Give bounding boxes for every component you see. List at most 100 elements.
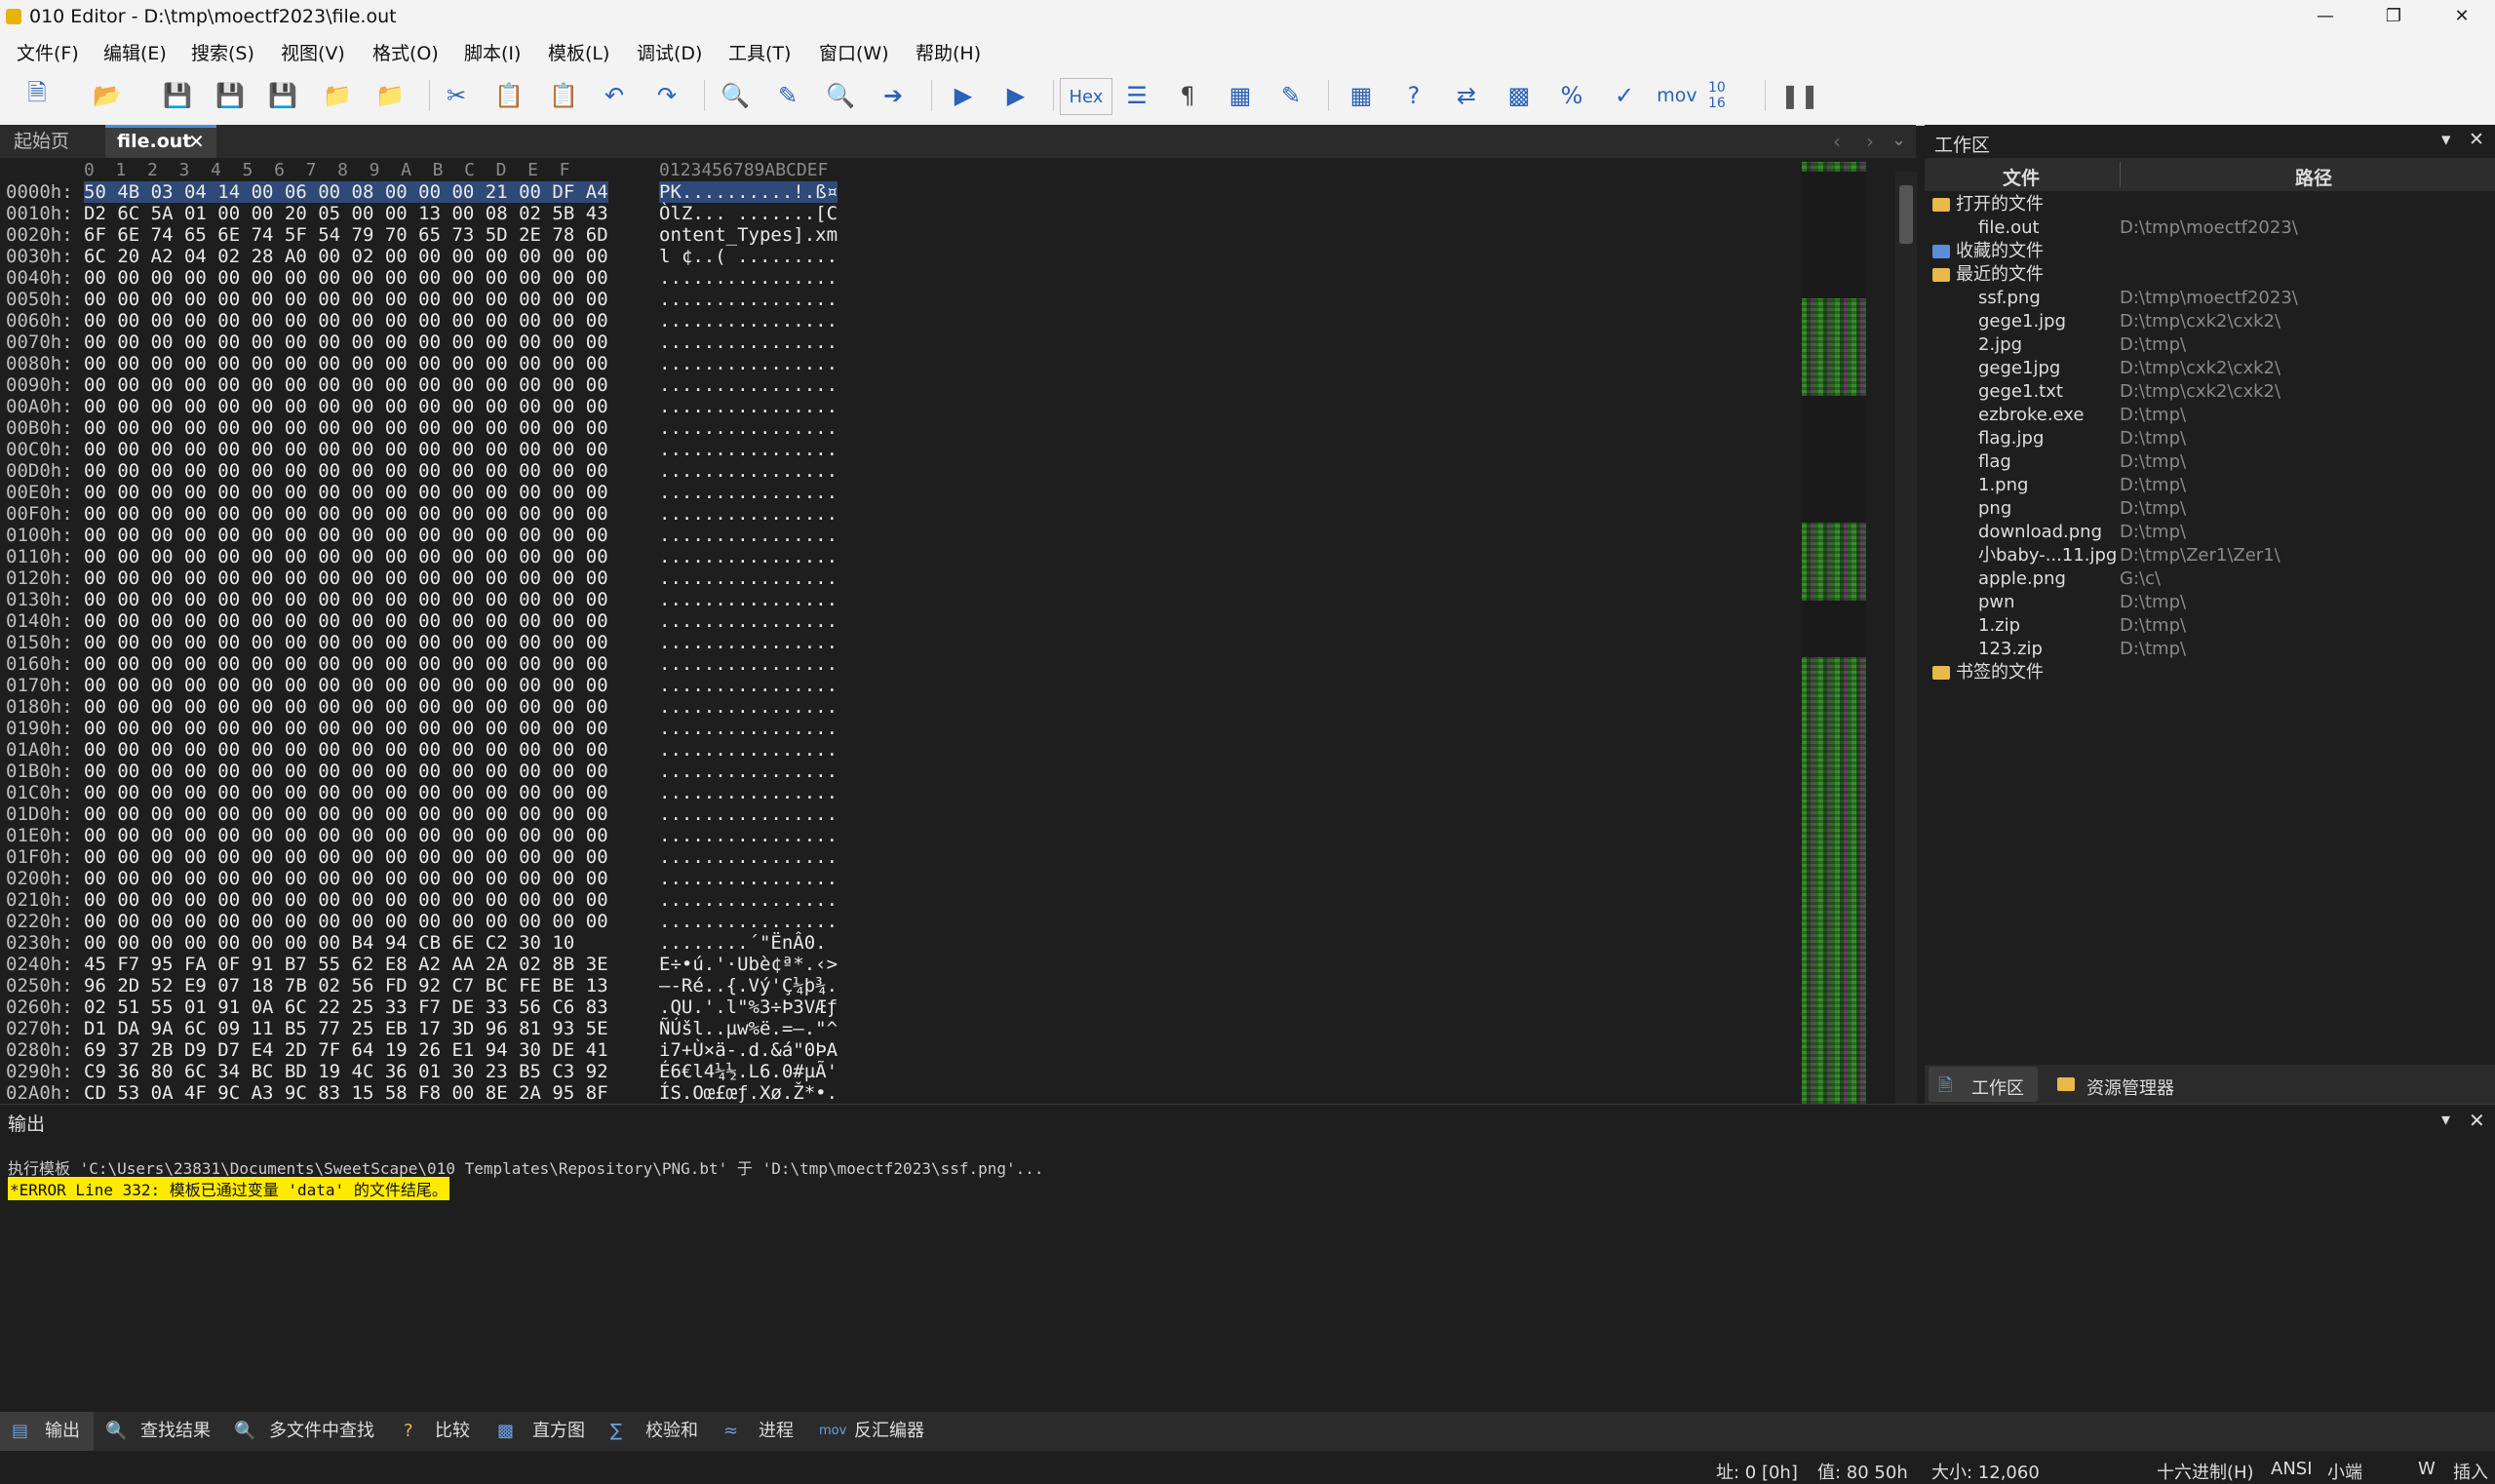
open-file-icon[interactable]: 📂	[90, 78, 125, 113]
output-menu-icon[interactable]: ▾	[2441, 1110, 2450, 1130]
hex-bytes[interactable]: 00 00 00 00 00 00 00 00 00 00 00 00 00 0…	[84, 911, 608, 932]
panel-menu-icon[interactable]: ▾	[2441, 129, 2451, 150]
save-as-icon[interactable]: 💾	[213, 78, 248, 113]
hex-editor[interactable]: 0 1 2 3 4 5 6 7 8 9 A B C D E F 01234567…	[0, 158, 1906, 1104]
ascii-text[interactable]: ........´"ËnÂ0.	[659, 932, 827, 954]
tab-compare[interactable]: ? 比较	[400, 1412, 478, 1451]
status-endian[interactable]: 小端	[2327, 1459, 2362, 1484]
inspector-icon[interactable]: ?	[1396, 78, 1431, 113]
ascii-text[interactable]: ................	[659, 761, 838, 782]
new-file-icon[interactable]: 🗎	[19, 78, 55, 113]
ascii-text[interactable]: ................	[659, 567, 838, 589]
ascii-text[interactable]: ................	[659, 503, 838, 525]
file-minimap[interactable]	[1802, 162, 1866, 1104]
status-writable[interactable]: W	[2418, 1459, 2436, 1479]
goto-icon[interactable]: ➔	[876, 78, 911, 113]
menu-script[interactable]: 脚本(I)	[464, 39, 521, 65]
hex-bytes[interactable]: 6C 20 A2 04 02 28 A0 00 02 00 00 00 00 0…	[84, 246, 608, 267]
ascii-text[interactable]: ................	[659, 460, 838, 482]
tab-find-results[interactable]: 🔍 查找结果	[105, 1412, 222, 1451]
workspace-file-item[interactable]: png D:\tmp\	[1925, 497, 2495, 521]
hex-bytes[interactable]: 00 00 00 00 00 00 00 00 00 00 00 00 00 0…	[84, 396, 608, 417]
status-encoding[interactable]: ANSI	[2271, 1459, 2313, 1479]
hex-bytes[interactable]: 02 51 55 01 91 0A 6C 22 25 33 F7 DE 33 5…	[84, 996, 608, 1018]
tab-output[interactable]: ▤ 输出	[0, 1412, 94, 1451]
ascii-text[interactable]: i7+Ù×ä-.d.&á"0ÞA	[659, 1039, 838, 1061]
menu-file[interactable]: 文件(F)	[17, 39, 79, 65]
ascii-text[interactable]: ................	[659, 782, 838, 803]
hex-bytes[interactable]: 00 00 00 00 00 00 00 00 00 00 00 00 00 0…	[84, 567, 608, 589]
menu-tools[interactable]: 工具(T)	[728, 39, 791, 65]
hex-bytes[interactable]: 00 00 00 00 00 00 00 00 00 00 00 00 00 0…	[84, 653, 608, 675]
ascii-text[interactable]: ................	[659, 525, 838, 546]
copy-icon[interactable]: 📋	[491, 78, 526, 113]
menu-window[interactable]: 窗口(W)	[819, 39, 889, 65]
workspace-file-item[interactable]: download.png D:\tmp\	[1925, 521, 2495, 544]
hex-bytes[interactable]: 00 00 00 00 00 00 00 00 00 00 00 00 00 0…	[84, 675, 608, 696]
pause-icon[interactable]: ❚❚	[1780, 78, 1819, 113]
percent-icon[interactable]: %	[1554, 78, 1589, 113]
hex-mode-button[interactable]: Hex	[1060, 78, 1112, 115]
vertical-scrollbar[interactable]	[1895, 172, 1917, 1104]
hex-bytes[interactable]: 00 00 00 00 00 00 00 00 00 00 00 00 00 0…	[84, 825, 608, 846]
tab-scroll-left-icon[interactable]: ‹	[1833, 130, 1841, 153]
hex-bytes[interactable]: 00 00 00 00 00 00 00 00 00 00 00 00 00 0…	[84, 374, 608, 396]
hex-bytes[interactable]: 00 00 00 00 00 00 00 00 00 00 00 00 00 0…	[84, 739, 608, 761]
ascii-text[interactable]: ................	[659, 353, 838, 374]
workspace-file-item[interactable]: ezbroke.exe D:\tmp\	[1925, 404, 2495, 427]
ascii-text[interactable]: ÍS.Oœ£œƒ.Xø.Ž*•.	[659, 1082, 838, 1104]
ascii-text[interactable]: ................	[659, 482, 838, 503]
hex-bytes[interactable]: 00 00 00 00 00 00 00 00 00 00 00 00 00 0…	[84, 482, 608, 503]
hex-bytes[interactable]: 00 00 00 00 00 00 00 00 B4 94 CB 6E C2 3…	[84, 932, 574, 954]
replace-icon[interactable]: ✎	[770, 78, 805, 113]
restore-button[interactable]: ❐	[2359, 0, 2428, 33]
workspace-file-item[interactable]: flag.jpg D:\tmp\	[1925, 427, 2495, 450]
tab-explorer[interactable]: 资源管理器	[2051, 1067, 2198, 1102]
save-icon[interactable]: 💾	[160, 78, 195, 113]
redo-icon[interactable]: ↷	[649, 78, 684, 113]
hex-bytes[interactable]: 00 00 00 00 00 00 00 00 00 00 00 00 00 0…	[84, 546, 608, 567]
hex-bytes[interactable]: 00 00 00 00 00 00 00 00 00 00 00 00 00 0…	[84, 868, 608, 889]
highlight-icon[interactable]: ✎	[1273, 78, 1308, 113]
hex-bytes[interactable]: 69 37 2B D9 D7 E4 2D 7F 64 19 26 E1 94 3…	[84, 1039, 608, 1061]
menu-debug[interactable]: 调试(D)	[637, 39, 702, 65]
ascii-text[interactable]: ................	[659, 310, 838, 332]
hex-bytes[interactable]: 00 00 00 00 00 00 00 00 00 00 00 00 00 0…	[84, 503, 608, 525]
paste-icon[interactable]: 📋	[546, 78, 581, 113]
ascii-text[interactable]: ................	[659, 675, 838, 696]
hex-bytes[interactable]: 00 00 00 00 00 00 00 00 00 00 00 00 00 0…	[84, 525, 608, 546]
hex-bytes[interactable]: 00 00 00 00 00 00 00 00 00 00 00 00 00 0…	[84, 332, 608, 353]
hex-bytes[interactable]: CD 53 0A 4F 9C A3 9C 83 15 58 F8 00 8E 2…	[84, 1082, 608, 1104]
ascii-text[interactable]: ................	[659, 610, 838, 632]
menu-edit[interactable]: 编辑(E)	[103, 39, 167, 65]
run-template-icon[interactable]: ▶	[998, 78, 1033, 113]
ascii-text[interactable]: ................	[659, 718, 838, 739]
ascii-text[interactable]: ................	[659, 439, 838, 460]
ascii-text[interactable]: ................	[659, 653, 838, 675]
ascii-text[interactable]: ontent_Types].xm	[659, 224, 838, 246]
hex-bytes[interactable]: 00 00 00 00 00 00 00 00 00 00 00 00 00 0…	[84, 460, 608, 482]
status-insert[interactable]: 插入	[2453, 1459, 2488, 1484]
ascii-text[interactable]: ................	[659, 739, 838, 761]
workspace-file-item[interactable]: pwn D:\tmp\	[1925, 591, 2495, 614]
tab-scroll-right-icon[interactable]: ›	[1866, 130, 1874, 153]
workspace-file-item[interactable]: 123.zip D:\tmp\	[1925, 638, 2495, 661]
hex-bytes[interactable]: 00 00 00 00 00 00 00 00 00 00 00 00 00 0…	[84, 782, 608, 803]
tab-list-icon[interactable]: ⌄	[1891, 130, 1906, 150]
hex-bytes[interactable]: 50 4B 03 04 14 00 06 00 08 00 00 00 21 0…	[84, 181, 608, 203]
hex-bytes[interactable]: 6F 6E 74 65 6E 74 5F 54 79 70 65 73 5D 2…	[84, 224, 608, 246]
compare-icon[interactable]: ⇄	[1449, 78, 1484, 113]
minimize-button[interactable]: —	[2291, 0, 2359, 33]
workspace-file-item[interactable]: flag D:\tmp\	[1925, 450, 2495, 474]
hex-bytes[interactable]: 00 00 00 00 00 00 00 00 00 00 00 00 00 0…	[84, 267, 608, 289]
ascii-text[interactable]: ................	[659, 846, 838, 868]
ascii-text[interactable]: PK..........!.ß¤	[659, 181, 838, 203]
ascii-text[interactable]: ................	[659, 589, 838, 610]
ascii-text[interactable]: ÒlZ... .......[C	[659, 203, 838, 224]
workspace-file-item[interactable]: gege1jpg D:\tmp\cxk2\cxk2\	[1925, 357, 2495, 380]
ascii-text[interactable]: ................	[659, 289, 838, 310]
workspace-file-item[interactable]: file.out D:\tmp\moectf2023\	[1925, 216, 2495, 240]
ascii-text[interactable]: ................	[659, 889, 838, 911]
ascii-text[interactable]: ................	[659, 632, 838, 653]
tab-file-out[interactable]: file.out ✕	[105, 125, 216, 158]
